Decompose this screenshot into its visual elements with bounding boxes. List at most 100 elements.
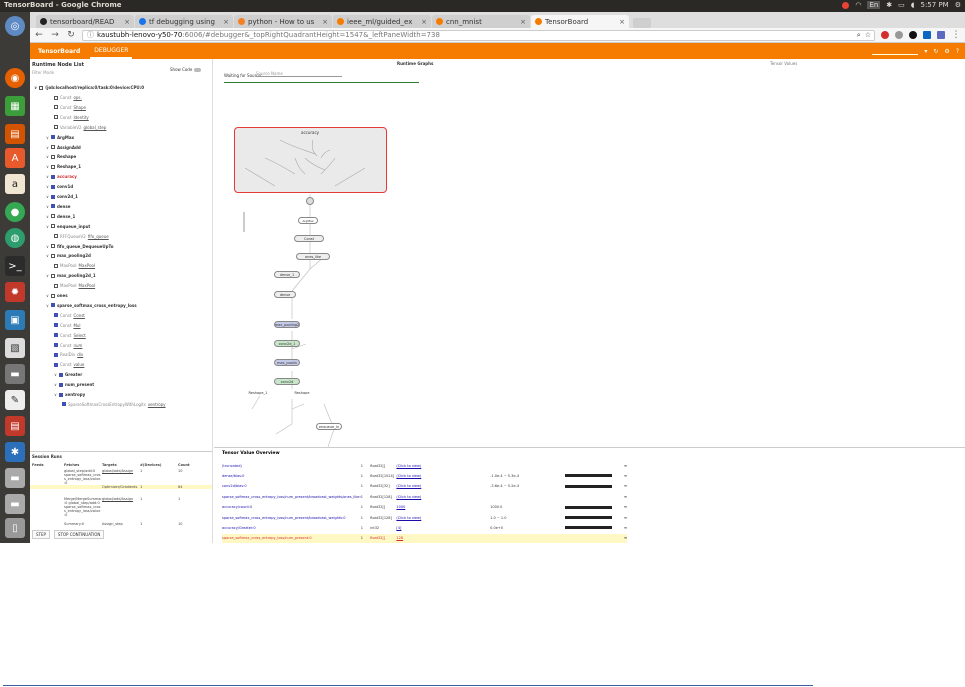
node-enqueue-input[interactable]: enqueue_in (316, 423, 342, 430)
bluetooth-launcher-icon[interactable]: ✱ (5, 442, 25, 462)
checkbox[interactable] (50, 194, 55, 199)
node-list-item[interactable]: ∨ Reshape_1 (46, 164, 81, 169)
chevron-down-icon[interactable]: ∨ (46, 204, 49, 209)
checkbox[interactable] (54, 263, 58, 268)
node-sublabel[interactable]: xentropy (148, 402, 166, 407)
checkbox[interactable] (54, 105, 58, 110)
checkbox[interactable] (54, 352, 58, 357)
mini-graph[interactable] (416, 125, 442, 129)
checkbox[interactable] (54, 362, 58, 367)
node-list-item[interactable]: ∨ ArgMax (46, 135, 74, 140)
checkbox[interactable] (50, 303, 55, 308)
checkbox[interactable] (54, 333, 58, 338)
node-list-item[interactable]: Const Identity (54, 115, 89, 120)
chevron-down-icon[interactable]: ∨ (46, 303, 49, 308)
node-sublabel[interactable]: fifo_queue (88, 234, 109, 239)
node-list-item[interactable]: MaxPool MaxPool (54, 263, 95, 268)
chevron-down-icon[interactable]: ∨ (46, 154, 49, 159)
amazon-icon[interactable]: a (5, 174, 25, 194)
node-list-item[interactable]: ∨ AssignAdd (46, 145, 81, 150)
new-tab-button[interactable] (633, 18, 651, 28)
settings-icon[interactable]: ⚙ (944, 48, 949, 55)
clock[interactable]: 5:57 PM (921, 1, 949, 9)
checkbox[interactable] (50, 273, 55, 278)
chevron-down-icon[interactable]: ∨ (46, 214, 49, 219)
checkbox[interactable] (58, 392, 63, 397)
close-icon[interactable]: × (223, 18, 229, 26)
node-list-item[interactable]: Const Mul (54, 323, 81, 328)
node-reshape-1[interactable]: Reshape_1 (249, 389, 267, 396)
session-run-row[interactable]: Optimizer/Gradients 1 64 (30, 485, 212, 489)
linkedin-icon[interactable] (923, 31, 931, 39)
checkbox[interactable] (50, 244, 55, 248)
chrome-icon[interactable]: ● (5, 202, 25, 222)
network-icon[interactable]: ◍ (5, 228, 25, 248)
keyboard-layout[interactable]: En (867, 1, 881, 9)
arrow-right-icon[interactable]: ➡ (624, 464, 627, 468)
session-cell-targets[interactable]: global/add/Assign (102, 497, 140, 517)
node-sublabel[interactable]: MaxPool (79, 283, 96, 288)
tab-cnn-mnist[interactable]: cnn_mnist × (432, 15, 530, 28)
close-icon[interactable]: × (619, 18, 625, 26)
tensor-click-to-view[interactable]: 128 (396, 536, 490, 540)
checkbox[interactable] (58, 372, 63, 377)
menu-icon[interactable]: ⋮ (951, 30, 961, 40)
checkbox[interactable] (54, 343, 58, 347)
chevron-down-icon[interactable]: ∨ (46, 135, 49, 140)
node-list-item[interactable]: Const num (54, 343, 82, 348)
reload-icon[interactable]: ↻ (66, 30, 76, 40)
chevron-down-icon[interactable]: ∨ (54, 392, 57, 397)
arrow-right-icon[interactable]: ➡ (624, 536, 627, 540)
node-list-item[interactable]: SparseSoftmaxCrossEntropyWithLogits xentr… (62, 402, 166, 407)
extension-icon[interactable] (895, 31, 903, 39)
node-list-item[interactable]: MaxPool MaxPool (54, 283, 95, 288)
close-icon[interactable]: × (421, 18, 427, 26)
impress-icon[interactable]: ▤ (5, 124, 25, 144)
tab-stackoverflow[interactable]: python - How to us × (234, 15, 332, 28)
tensor-click-to-view[interactable]: (Click to view) (396, 484, 490, 488)
node-list-item[interactable]: Const value (54, 362, 84, 367)
tensor-name[interactable]: accuracy/Greater:0 (222, 526, 361, 530)
filter-mode-label[interactable]: Filter Mode (32, 70, 54, 75)
chevron-down-icon[interactable]: ∨ (46, 244, 49, 249)
node-list-item[interactable]: Const Shape (54, 105, 86, 110)
tensor-name[interactable]: sparse_softmax_cross_entropy_loss/num_pr… (222, 536, 361, 540)
checkbox[interactable] (50, 174, 55, 179)
battery-icon[interactable]: ▭ (898, 1, 905, 9)
arrow-right-icon[interactable]: ➡ (624, 516, 627, 520)
terminal-icon[interactable]: >_ (5, 256, 25, 276)
close-icon[interactable]: × (124, 18, 130, 26)
node-list-item[interactable]: ∨ xentropy (54, 392, 85, 397)
node-sublabel[interactable]: MaxPool (79, 263, 96, 268)
node-sublabel[interactable]: Select (73, 333, 85, 338)
stop-continuation-button[interactable]: STOP CONTINUATION (53, 530, 105, 539)
node-list-item[interactable]: VariableV2 global_step (54, 125, 106, 130)
gear-icon[interactable]: ⚙ (955, 1, 961, 9)
tab-jupyter[interactable]: ieee_ml/guided_ex × (333, 15, 431, 28)
checkbox[interactable] (62, 402, 66, 407)
node-list-item[interactable]: ∨ Greater (54, 372, 82, 377)
document-viewer-icon[interactable]: ▣ (5, 310, 25, 330)
tensor-click-to-view[interactable]: (Click to view) (396, 495, 490, 499)
node-ones-like[interactable]: ones_like (296, 253, 330, 260)
checkbox[interactable] (54, 234, 58, 239)
node-list-item[interactable]: ∨ accuracy (46, 174, 77, 179)
node-sublabel[interactable]: Const (73, 313, 84, 318)
node-sublabel[interactable]: value (73, 362, 84, 367)
tensor-name[interactable]: conv2d/bias:0 (222, 484, 361, 488)
archive-icon[interactable]: ▤ (5, 416, 25, 436)
checkbox[interactable] (54, 313, 58, 318)
inactive-select[interactable] (872, 47, 919, 55)
tensor-click-to-view[interactable]: (Click to view) (396, 474, 490, 478)
tensor-name[interactable]: dense/bias:0 (222, 474, 361, 478)
arrow-right-icon[interactable]: ➡ (624, 495, 627, 499)
chevron-down-icon[interactable]: ∨ (46, 145, 49, 150)
drop-icon[interactable] (909, 31, 917, 39)
address-bar[interactable]: ⓘ kaustubh-lenovo-y50-70:6006/#debugger&… (82, 29, 875, 41)
extension-icon-2[interactable] (937, 31, 945, 39)
node-list-item[interactable]: ∨ conv2d_1 (46, 194, 78, 199)
node-list-item[interactable]: Const Const (54, 313, 85, 318)
tensor-click-to-view[interactable]: 1000 (396, 505, 490, 509)
chevron-down-icon[interactable]: ∨ (46, 253, 49, 258)
checkbox[interactable] (54, 115, 58, 120)
